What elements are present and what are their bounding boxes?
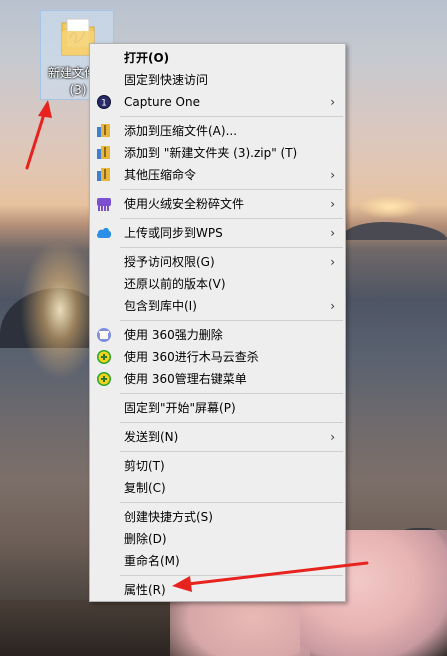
annotation-arrows bbox=[25, 100, 369, 592]
red-arrow-left bbox=[172, 561, 369, 592]
red-arrow-up bbox=[25, 100, 52, 170]
